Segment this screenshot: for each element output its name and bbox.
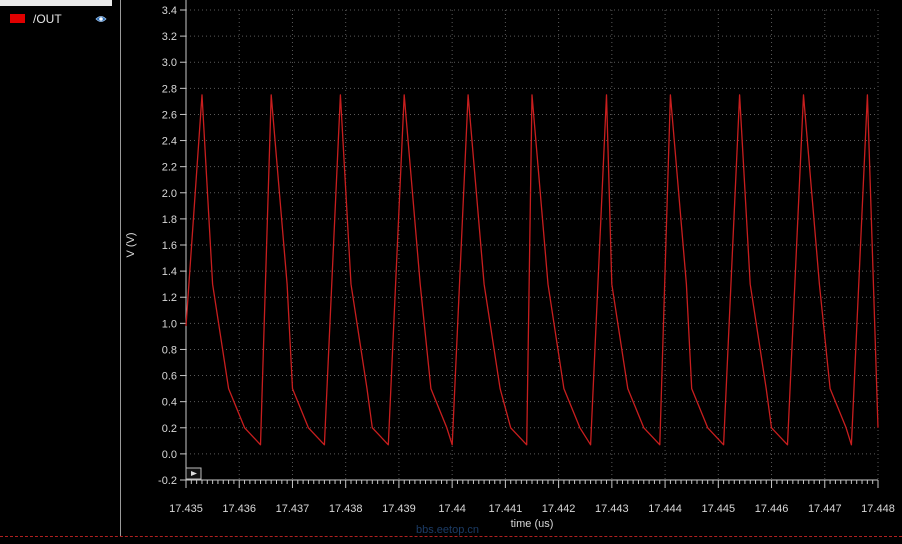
y-tick-label: 2.0: [162, 188, 177, 200]
legend-swatch: [10, 14, 25, 23]
y-tick-label: 0.0: [162, 449, 177, 461]
y-tick-label: 0.4: [162, 397, 177, 409]
legend-label: /OUT: [33, 12, 62, 26]
y-tick-label: 1.6: [162, 240, 177, 252]
y-tick-label: 2.6: [162, 109, 177, 121]
play-icon[interactable]: [185, 467, 202, 480]
x-axis-label: time (us): [511, 518, 554, 530]
x-tick-label: 17.436: [222, 503, 256, 515]
y-tick-label: 0.2: [162, 423, 177, 435]
x-tick-label: 17.442: [542, 503, 576, 515]
legend-panel-header: [0, 0, 112, 6]
x-tick-label: 17.437: [276, 503, 310, 515]
x-tick-label: 17.444: [648, 503, 682, 515]
legend-item-out[interactable]: /OUT: [4, 10, 116, 28]
y-tick-label: 0.6: [162, 371, 177, 383]
y-tick-label: 0.8: [162, 344, 177, 356]
y-tick-label: 3.0: [162, 57, 177, 69]
x-tick-label: 17.448: [861, 503, 895, 515]
series-line-out: [185, 94, 879, 446]
y-tick-label: 3.2: [162, 31, 177, 43]
y-tick-label: 1.2: [162, 292, 177, 304]
y-tick-label: 1.8: [162, 214, 177, 226]
legend-panel: /OUT: [0, 0, 121, 536]
y-tick-label: 1.4: [162, 266, 177, 278]
trace-layer: [185, 94, 879, 446]
y-tick-label: 2.8: [162, 83, 177, 95]
x-tick-label: 17.439: [382, 503, 416, 515]
waveform-chart: 3.4 3.2 3.0 2.8 2.6 2.4 2.2 2.0 1.8 1.6 1.4 1.2 1.0 0…: [125, 0, 895, 530]
x-tick-label: 17.446: [755, 503, 789, 515]
eye-icon[interactable]: [95, 13, 107, 25]
watermark: bbs.eetop.cn: [416, 524, 479, 536]
x-tick-label: 17.438: [329, 503, 363, 515]
y-tick-label: 1.0: [162, 318, 177, 330]
axis-layer: [180, 0, 879, 488]
x-tick-label: 17.445: [701, 503, 735, 515]
x-tick-label: 17.447: [808, 503, 842, 515]
label-layer: 3.4 3.2 3.0 2.8 2.6 2.4 2.2 2.0 1.8 1.6 1.4 1.2 1.0 0…: [125, 5, 895, 530]
y-tick-label: -0.2: [158, 475, 177, 487]
grid-layer: [185, 9, 879, 481]
x-tick-label: 17.44: [438, 503, 466, 515]
y-tick-label: 2.2: [162, 162, 177, 174]
x-tick-label: 17.441: [489, 503, 523, 515]
x-tick-label: 17.443: [595, 503, 629, 515]
x-tick-label: 17.435: [169, 503, 203, 515]
y-tick-label: 2.4: [162, 136, 177, 148]
y-axis-label: V (V): [125, 232, 137, 257]
y-tick-label: 3.4: [162, 5, 177, 17]
